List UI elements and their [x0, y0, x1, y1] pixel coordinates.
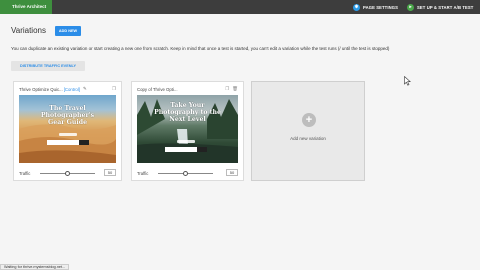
plus-icon[interactable]: + [302, 113, 316, 127]
traffic-slider-knob[interactable] [183, 170, 188, 176]
trash-icon[interactable]: 🗑 [232, 86, 238, 92]
play-icon: ▸ [407, 3, 414, 11]
traffic-row: Traffic 50 [137, 169, 238, 177]
thumbnail-subtitle-bar [59, 133, 77, 136]
variation-name[interactable]: Copy of Thrive Opti... [137, 87, 178, 92]
page-settings-label: PAGE SETTINGS [363, 4, 398, 10]
add-new-button[interactable]: ADD NEW [55, 26, 81, 36]
traffic-slider[interactable] [158, 170, 213, 176]
duplicate-icon[interactable]: ❐ [112, 86, 116, 92]
thumbnail-headline: Take Your Photography to the Next Level [154, 102, 221, 123]
thumbnail-headline: The Travel Photographer's Gear Guide [40, 105, 95, 126]
thumbnail-form [47, 140, 89, 145]
variation-name[interactable]: Thrive Optimize Quic... [19, 87, 63, 92]
page-settings-button[interactable]: ✱ PAGE SETTINGS [353, 0, 398, 14]
traffic-percent-input[interactable]: 50 [104, 169, 116, 176]
variation-card-copy[interactable]: Copy of Thrive Opti... ❐ 🗑 Take Your Pho… [131, 81, 244, 181]
thumbnail-subtitle-bar [177, 140, 195, 143]
variation-thumbnail[interactable]: The Travel Photographer's Gear Guide [19, 95, 116, 163]
ab-test-label: SET UP & START A/B TEST [417, 4, 474, 10]
traffic-percent-input[interactable]: 50 [226, 169, 238, 176]
add-new-variation-card[interactable]: + Add new variation [251, 81, 365, 181]
brand-label: Thrive Architect [0, 0, 52, 14]
distribute-traffic-button[interactable]: DISTRIBUTE TRAFFIC EVENLY [11, 61, 85, 71]
top-bar: Thrive Architect ✱ PAGE SETTINGS ▸ SET U… [0, 0, 480, 14]
duplicate-icon[interactable]: ❐ [225, 86, 229, 92]
variation-card-header: Copy of Thrive Opti... ❐ 🗑 [137, 86, 238, 92]
ab-test-button[interactable]: ▸ SET UP & START A/B TEST [407, 0, 473, 14]
traffic-label: Traffic [137, 170, 149, 176]
page-title: Variations [11, 26, 46, 35]
control-badge: [Control] [63, 86, 80, 92]
traffic-label: Traffic [19, 170, 31, 176]
add-new-variation-label: Add new variation [290, 136, 326, 141]
gear-icon: ✱ [353, 3, 360, 11]
traffic-row: Traffic 50 [19, 169, 116, 177]
cursor-icon [404, 76, 411, 86]
info-text: You can duplicate an existing variation … [11, 46, 390, 51]
thumbnail-form [165, 147, 207, 152]
traffic-slider-knob[interactable] [65, 170, 70, 176]
browser-status-bar: Waiting for thrive.mystemsblog.net... [0, 264, 70, 270]
variation-thumbnail[interactable]: Take Your Photography to the Next Level [137, 95, 238, 163]
variation-card-header: Thrive Optimize Quic... [Control] ✎ ❐ [19, 86, 116, 92]
pencil-icon[interactable]: ✎ [83, 86, 87, 92]
variation-card-control[interactable]: Thrive Optimize Quic... [Control] ✎ ❐ Th… [13, 81, 122, 181]
traffic-slider[interactable] [40, 170, 95, 176]
